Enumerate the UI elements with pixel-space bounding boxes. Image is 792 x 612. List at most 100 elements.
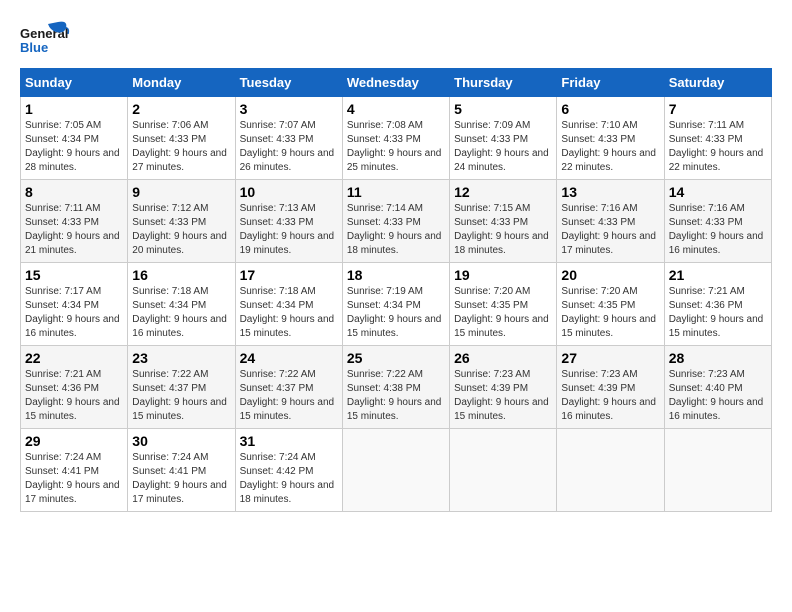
calendar-table: Sunday Monday Tuesday Wednesday Thursday… xyxy=(20,68,772,512)
svg-text:Blue: Blue xyxy=(20,40,48,55)
day-number: 17 xyxy=(240,267,338,283)
calendar-cell: 14 Sunrise: 7:16 AMSunset: 4:33 PMDaylig… xyxy=(664,180,771,263)
day-info: Sunrise: 7:16 AMSunset: 4:33 PMDaylight:… xyxy=(561,202,659,258)
day-number: 7 xyxy=(669,101,767,117)
calendar-row-3: 15 Sunrise: 7:17 AMSunset: 4:34 PMDaylig… xyxy=(21,263,772,346)
calendar-cell xyxy=(664,429,771,512)
calendar-cell: 13 Sunrise: 7:16 AMSunset: 4:33 PMDaylig… xyxy=(557,180,664,263)
day-info: Sunrise: 7:09 AMSunset: 4:33 PMDaylight:… xyxy=(454,119,552,175)
day-number: 30 xyxy=(132,433,230,449)
day-info: Sunrise: 7:21 AMSunset: 4:36 PMDaylight:… xyxy=(25,368,123,424)
day-number: 28 xyxy=(669,350,767,366)
calendar-cell: 26 Sunrise: 7:23 AMSunset: 4:39 PMDaylig… xyxy=(450,346,557,429)
calendar-cell: 31 Sunrise: 7:24 AMSunset: 4:42 PMDaylig… xyxy=(235,429,342,512)
calendar-row-4: 22 Sunrise: 7:21 AMSunset: 4:36 PMDaylig… xyxy=(21,346,772,429)
calendar-cell: 29 Sunrise: 7:24 AMSunset: 4:41 PMDaylig… xyxy=(21,429,128,512)
calendar-cell: 18 Sunrise: 7:19 AMSunset: 4:34 PMDaylig… xyxy=(342,263,449,346)
day-number: 15 xyxy=(25,267,123,283)
calendar-cell xyxy=(557,429,664,512)
day-info: Sunrise: 7:15 AMSunset: 4:33 PMDaylight:… xyxy=(454,202,552,258)
day-info: Sunrise: 7:17 AMSunset: 4:34 PMDaylight:… xyxy=(25,285,123,341)
calendar-cell: 16 Sunrise: 7:18 AMSunset: 4:34 PMDaylig… xyxy=(128,263,235,346)
day-number: 22 xyxy=(25,350,123,366)
calendar-cell: 21 Sunrise: 7:21 AMSunset: 4:36 PMDaylig… xyxy=(664,263,771,346)
day-number: 9 xyxy=(132,184,230,200)
calendar-cell: 4 Sunrise: 7:08 AMSunset: 4:33 PMDayligh… xyxy=(342,97,449,180)
day-number: 14 xyxy=(669,184,767,200)
logo: General Blue xyxy=(20,20,70,58)
col-wednesday: Wednesday xyxy=(342,69,449,97)
calendar-cell: 20 Sunrise: 7:20 AMSunset: 4:35 PMDaylig… xyxy=(557,263,664,346)
day-info: Sunrise: 7:07 AMSunset: 4:33 PMDaylight:… xyxy=(240,119,338,175)
col-friday: Friday xyxy=(557,69,664,97)
day-info: Sunrise: 7:20 AMSunset: 4:35 PMDaylight:… xyxy=(561,285,659,341)
calendar-cell: 12 Sunrise: 7:15 AMSunset: 4:33 PMDaylig… xyxy=(450,180,557,263)
calendar-cell: 30 Sunrise: 7:24 AMSunset: 4:41 PMDaylig… xyxy=(128,429,235,512)
day-info: Sunrise: 7:24 AMSunset: 4:41 PMDaylight:… xyxy=(132,451,230,507)
day-info: Sunrise: 7:16 AMSunset: 4:33 PMDaylight:… xyxy=(669,202,767,258)
day-number: 23 xyxy=(132,350,230,366)
day-number: 20 xyxy=(561,267,659,283)
day-number: 3 xyxy=(240,101,338,117)
day-number: 6 xyxy=(561,101,659,117)
page-header: General Blue xyxy=(20,20,772,58)
day-info: Sunrise: 7:06 AMSunset: 4:33 PMDaylight:… xyxy=(132,119,230,175)
day-number: 5 xyxy=(454,101,552,117)
calendar-cell xyxy=(450,429,557,512)
day-number: 21 xyxy=(669,267,767,283)
day-number: 13 xyxy=(561,184,659,200)
day-number: 8 xyxy=(25,184,123,200)
day-info: Sunrise: 7:10 AMSunset: 4:33 PMDaylight:… xyxy=(561,119,659,175)
day-info: Sunrise: 7:14 AMSunset: 4:33 PMDaylight:… xyxy=(347,202,445,258)
calendar-cell: 3 Sunrise: 7:07 AMSunset: 4:33 PMDayligh… xyxy=(235,97,342,180)
day-number: 18 xyxy=(347,267,445,283)
calendar-cell: 19 Sunrise: 7:20 AMSunset: 4:35 PMDaylig… xyxy=(450,263,557,346)
day-number: 25 xyxy=(347,350,445,366)
day-number: 29 xyxy=(25,433,123,449)
calendar-cell: 9 Sunrise: 7:12 AMSunset: 4:33 PMDayligh… xyxy=(128,180,235,263)
calendar-row-5: 29 Sunrise: 7:24 AMSunset: 4:41 PMDaylig… xyxy=(21,429,772,512)
day-info: Sunrise: 7:22 AMSunset: 4:38 PMDaylight:… xyxy=(347,368,445,424)
col-sunday: Sunday xyxy=(21,69,128,97)
day-info: Sunrise: 7:24 AMSunset: 4:41 PMDaylight:… xyxy=(25,451,123,507)
day-info: Sunrise: 7:22 AMSunset: 4:37 PMDaylight:… xyxy=(132,368,230,424)
day-info: Sunrise: 7:18 AMSunset: 4:34 PMDaylight:… xyxy=(240,285,338,341)
col-saturday: Saturday xyxy=(664,69,771,97)
calendar-cell: 17 Sunrise: 7:18 AMSunset: 4:34 PMDaylig… xyxy=(235,263,342,346)
calendar-cell: 27 Sunrise: 7:23 AMSunset: 4:39 PMDaylig… xyxy=(557,346,664,429)
calendar-cell: 10 Sunrise: 7:13 AMSunset: 4:33 PMDaylig… xyxy=(235,180,342,263)
calendar-row-2: 8 Sunrise: 7:11 AMSunset: 4:33 PMDayligh… xyxy=(21,180,772,263)
day-info: Sunrise: 7:24 AMSunset: 4:42 PMDaylight:… xyxy=(240,451,338,507)
day-info: Sunrise: 7:23 AMSunset: 4:39 PMDaylight:… xyxy=(561,368,659,424)
calendar-cell: 25 Sunrise: 7:22 AMSunset: 4:38 PMDaylig… xyxy=(342,346,449,429)
day-info: Sunrise: 7:08 AMSunset: 4:33 PMDaylight:… xyxy=(347,119,445,175)
calendar-cell: 22 Sunrise: 7:21 AMSunset: 4:36 PMDaylig… xyxy=(21,346,128,429)
calendar-row-1: 1 Sunrise: 7:05 AMSunset: 4:34 PMDayligh… xyxy=(21,97,772,180)
calendar-cell: 28 Sunrise: 7:23 AMSunset: 4:40 PMDaylig… xyxy=(664,346,771,429)
calendar-cell: 15 Sunrise: 7:17 AMSunset: 4:34 PMDaylig… xyxy=(21,263,128,346)
day-number: 10 xyxy=(240,184,338,200)
day-number: 19 xyxy=(454,267,552,283)
calendar-cell: 24 Sunrise: 7:22 AMSunset: 4:37 PMDaylig… xyxy=(235,346,342,429)
day-number: 16 xyxy=(132,267,230,283)
col-thursday: Thursday xyxy=(450,69,557,97)
day-number: 12 xyxy=(454,184,552,200)
day-info: Sunrise: 7:22 AMSunset: 4:37 PMDaylight:… xyxy=(240,368,338,424)
header-row: Sunday Monday Tuesday Wednesday Thursday… xyxy=(21,69,772,97)
day-info: Sunrise: 7:05 AMSunset: 4:34 PMDaylight:… xyxy=(25,119,123,175)
calendar-cell: 2 Sunrise: 7:06 AMSunset: 4:33 PMDayligh… xyxy=(128,97,235,180)
calendar-cell: 1 Sunrise: 7:05 AMSunset: 4:34 PMDayligh… xyxy=(21,97,128,180)
calendar-cell: 11 Sunrise: 7:14 AMSunset: 4:33 PMDaylig… xyxy=(342,180,449,263)
calendar-cell: 5 Sunrise: 7:09 AMSunset: 4:33 PMDayligh… xyxy=(450,97,557,180)
day-number: 24 xyxy=(240,350,338,366)
col-tuesday: Tuesday xyxy=(235,69,342,97)
calendar-cell: 7 Sunrise: 7:11 AMSunset: 4:33 PMDayligh… xyxy=(664,97,771,180)
day-number: 2 xyxy=(132,101,230,117)
day-info: Sunrise: 7:23 AMSunset: 4:39 PMDaylight:… xyxy=(454,368,552,424)
day-info: Sunrise: 7:19 AMSunset: 4:34 PMDaylight:… xyxy=(347,285,445,341)
day-info: Sunrise: 7:23 AMSunset: 4:40 PMDaylight:… xyxy=(669,368,767,424)
day-number: 31 xyxy=(240,433,338,449)
day-info: Sunrise: 7:13 AMSunset: 4:33 PMDaylight:… xyxy=(240,202,338,258)
calendar-cell: 23 Sunrise: 7:22 AMSunset: 4:37 PMDaylig… xyxy=(128,346,235,429)
day-number: 11 xyxy=(347,184,445,200)
